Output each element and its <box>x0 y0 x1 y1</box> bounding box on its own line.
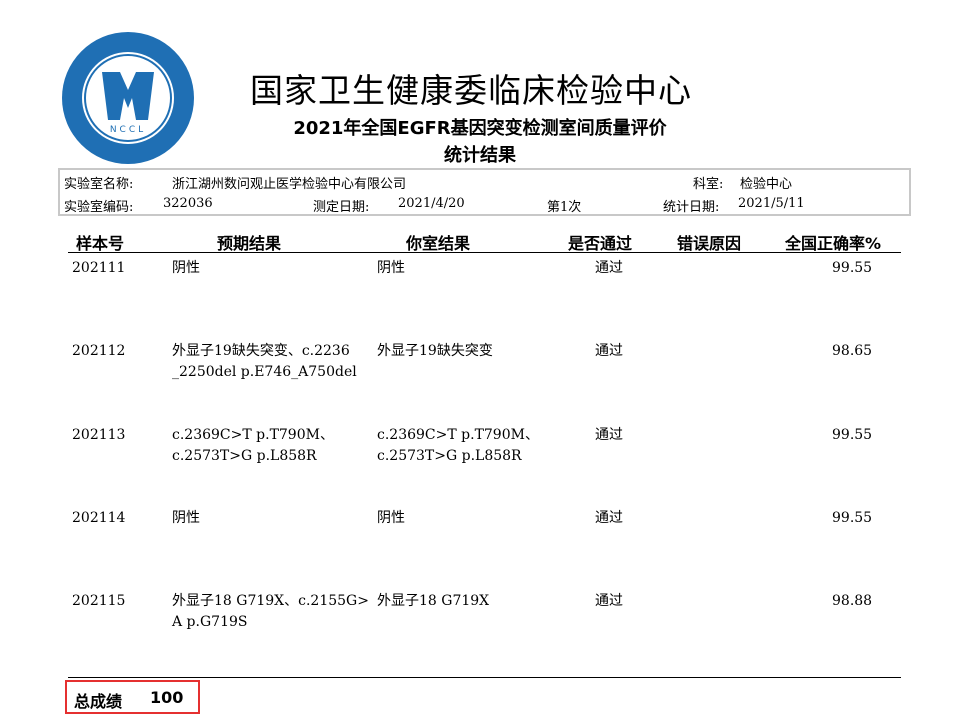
table-row-expected: 阴性 <box>172 260 200 276</box>
table-row-expected-line1: c.2369C>T p.T790M、 <box>172 427 334 443</box>
table-row-expected-line2: A p.G719S <box>172 614 248 630</box>
total-score-label: 总成绩 <box>74 692 123 711</box>
lab-name-value: 浙江湖州数问观止医学检验中心有限公司 <box>172 177 407 192</box>
table-row-yours: 阴性 <box>377 260 405 276</box>
nccl-logo: NCCL <box>62 32 194 164</box>
col-header-reason: 错误原因 <box>677 234 742 253</box>
col-header-rate: 全国正确率% <box>785 234 882 253</box>
dept-label: 科室: <box>693 177 724 192</box>
col-header-sample: 样本号 <box>76 234 125 253</box>
lab-code-value: 322036 <box>163 196 213 211</box>
table-row-yours-line1: c.2369C>T p.T790M、 <box>377 427 539 443</box>
total-score-value: 100 <box>150 688 184 707</box>
col-header-expected: 预期结果 <box>217 234 282 253</box>
table-row-yours: 外显子19缺失突变 <box>377 343 493 359</box>
table-row-rate: 98.65 <box>832 343 873 359</box>
table-row-pass: 通过 <box>595 427 623 443</box>
round-label: 第1次 <box>547 200 582 215</box>
table-row-rate: 99.55 <box>832 510 873 526</box>
table-row-expected-line1: 外显子18 G719X、c.2155G> <box>172 593 369 609</box>
table-row-sample: 202115 <box>72 593 126 609</box>
lab-code-label: 实验室编码: <box>64 200 134 215</box>
table-row-yours: 阴性 <box>377 510 405 526</box>
table-row-rate: 98.88 <box>832 593 873 609</box>
table-row-expected-line2: c.2573T>G p.L858R <box>172 448 317 464</box>
table-row-sample: 202112 <box>72 343 126 359</box>
table-row-expected-line1: 外显子19缺失突变、c.2236 <box>172 343 350 359</box>
organization-name: 国家卫生健康委临床检验中心 <box>250 71 692 110</box>
table-row-rate: 99.55 <box>832 427 873 443</box>
table-row-pass: 通过 <box>595 343 623 359</box>
table-row-expected: 阴性 <box>172 510 200 526</box>
table-bottom-divider <box>68 677 901 678</box>
test-date-value: 2021/4/20 <box>398 196 465 211</box>
report-subtitle: 统计结果 <box>444 145 516 166</box>
stat-date-label: 统计日期: <box>663 200 720 215</box>
table-row-yours-line2: c.2573T>G p.L858R <box>377 448 522 464</box>
header-divider <box>68 252 901 253</box>
col-header-pass: 是否通过 <box>568 234 633 253</box>
table-row-pass: 通过 <box>595 260 623 276</box>
table-row-sample: 202113 <box>72 427 126 443</box>
table-row-pass: 通过 <box>595 510 623 526</box>
stat-date-value: 2021/5/11 <box>738 196 805 211</box>
report-title: 2021年全国EGFR基因突变检测室间质量评价 <box>293 118 667 139</box>
table-row-expected-line2: _2250del p.E746_A750del <box>172 364 357 380</box>
table-row-sample: 202111 <box>72 260 126 276</box>
table-row-yours: 外显子18 G719X <box>377 593 490 609</box>
test-date-label: 测定日期: <box>313 200 370 215</box>
table-row-sample: 202114 <box>72 510 126 526</box>
lab-name-label: 实验室名称: <box>64 177 134 192</box>
table-row-pass: 通过 <box>595 593 623 609</box>
col-header-yours: 你室结果 <box>406 234 471 253</box>
dept-value: 检验中心 <box>740 177 793 192</box>
svg-text:NCCL: NCCL <box>110 125 146 135</box>
table-row-rate: 99.55 <box>832 260 873 276</box>
